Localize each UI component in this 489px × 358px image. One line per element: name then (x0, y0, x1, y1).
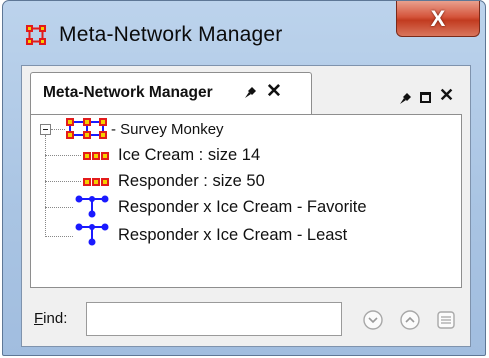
tree-connector (45, 135, 46, 237)
window-title: Meta-Network Manager (59, 23, 283, 46)
window-close-button[interactable]: X (396, 1, 480, 37)
panel-close-icon[interactable]: ✕ (439, 85, 454, 106)
tree-connector (51, 129, 65, 130)
find-bar: Find: (30, 300, 462, 338)
tree-node-least[interactable]: Responder x Ice Cream - Least (118, 226, 347, 245)
meta-network-manager-window: Meta-Network Manager X Meta-Network Mana… (2, 0, 486, 356)
find-next-icon[interactable] (362, 309, 384, 331)
pin-icon[interactable] (243, 86, 257, 105)
find-label: Find: (34, 310, 68, 327)
tree-node-favorite[interactable]: Responder x Ice Cream - Favorite (118, 198, 367, 217)
nodeset-icon (83, 175, 109, 193)
meta-network-tree[interactable]: - Survey Monkey Ice Cream : size 14 Resp… (30, 114, 462, 288)
find-list-icon[interactable] (435, 309, 457, 331)
panel-window-controls: ✕ (398, 85, 468, 111)
tab-close-icon[interactable]: ✕ (266, 80, 282, 103)
collapse-toggle[interactable] (40, 124, 51, 135)
tree-root-survey-monkey[interactable]: - Survey Monkey (111, 121, 224, 138)
meta-network-icon (25, 24, 47, 46)
meta-network-icon (65, 118, 109, 145)
tree-connector (45, 181, 81, 182)
network-icon (75, 194, 109, 223)
tree-connector (45, 207, 73, 208)
find-input[interactable] (86, 302, 342, 336)
find-previous-icon[interactable] (399, 309, 421, 331)
title-bar[interactable]: Meta-Network Manager X (3, 1, 485, 65)
maximize-icon[interactable] (420, 92, 431, 103)
tree-node-ice-cream[interactable]: Ice Cream : size 14 (118, 146, 260, 165)
pin-icon[interactable] (398, 92, 412, 111)
tab-label: Meta-Network Manager (43, 84, 213, 101)
nodeset-icon (83, 149, 109, 167)
tree-connector (45, 155, 81, 156)
tab-meta-network-manager[interactable]: Meta-Network Manager ✕ (30, 72, 312, 114)
tree-connector (45, 236, 73, 237)
network-icon (75, 222, 109, 251)
manager-panel: Meta-Network Manager ✕ ✕ - Survey Monkey… (21, 65, 471, 347)
tree-node-responder[interactable]: Responder : size 50 (118, 172, 265, 191)
